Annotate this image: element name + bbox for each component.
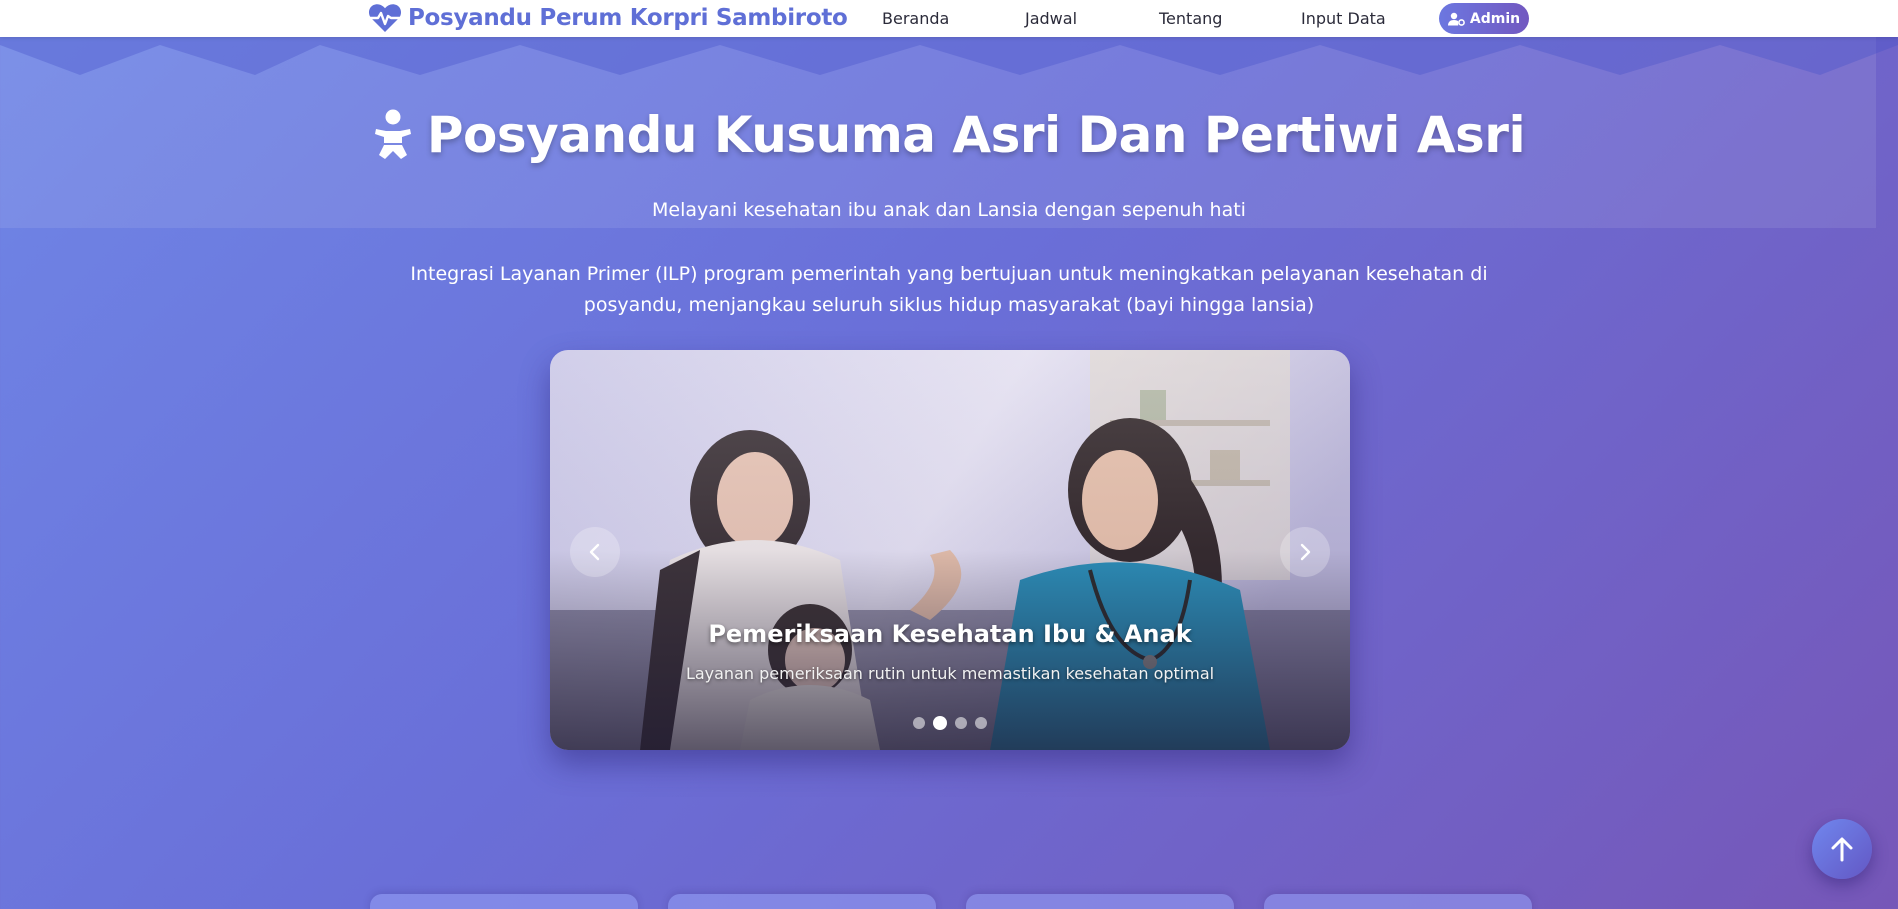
admin-label: Admin [1469, 10, 1521, 27]
carousel-dot-active[interactable] [933, 716, 947, 730]
back-to-top-button[interactable] [1812, 819, 1872, 879]
feature-card[interactable] [1264, 894, 1532, 909]
hero-title-text: Posyandu Kusuma Asri Dan Pertiwi Asri [426, 106, 1526, 164]
carousel-next-button[interactable] [1280, 527, 1330, 577]
chevron-left-icon [589, 543, 600, 561]
brand-link[interactable]: Posyandu Perum Korpri Sambiroto [368, 3, 848, 33]
feature-card[interactable] [668, 894, 936, 909]
carousel-overlay [550, 350, 1350, 750]
arrow-up-icon [1831, 837, 1853, 862]
chevron-right-icon [1300, 543, 1311, 561]
nav-link-beranda[interactable]: Beranda [882, 9, 949, 28]
carousel-dot[interactable] [913, 717, 925, 729]
slide-title: Pemeriksaan Kesehatan Ibu & Anak [708, 620, 1192, 648]
hero-subtitle: Melayani kesehatan ibu anak dan Lansia d… [652, 199, 1246, 221]
carousel-prev-button[interactable] [570, 527, 620, 577]
heartbeat-icon [368, 4, 402, 33]
zigzag-decoration [0, 37, 1898, 75]
brand-text: Posyandu Perum Korpri Sambiroto [408, 5, 848, 31]
user-gear-icon [1447, 12, 1465, 26]
feature-card[interactable] [370, 894, 638, 909]
nav-link-jadwal[interactable]: Jadwal [1025, 9, 1077, 28]
nav-link-input-data[interactable]: Input Data [1301, 9, 1386, 28]
slide-caption: Layanan pemeriksaan rutin untuk memastik… [685, 664, 1215, 683]
feature-card[interactable] [966, 894, 1234, 909]
admin-button[interactable]: Admin [1439, 3, 1529, 34]
hero-title: Posyandu Kusuma Asri Dan Pertiwi Asri [0, 106, 1898, 164]
carousel-dot[interactable] [975, 717, 987, 729]
image-carousel: Pemeriksaan Kesehatan Ibu & Anak Layanan… [550, 350, 1350, 750]
nav-link-tentang[interactable]: Tentang [1159, 9, 1222, 28]
carousel-indicators [550, 716, 1350, 730]
baby-icon [374, 109, 411, 159]
navbar: Posyandu Perum Korpri Sambiroto Beranda … [0, 0, 1898, 37]
carousel-dot[interactable] [955, 717, 967, 729]
hero-description: Integrasi Layanan Primer (ILP) program p… [410, 263, 1488, 316]
